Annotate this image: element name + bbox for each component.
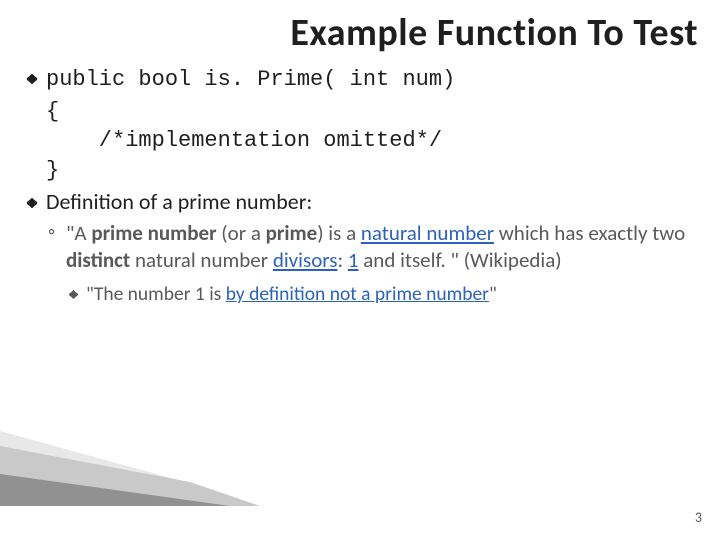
link-natural-number[interactable]: natural number — [361, 220, 494, 246]
subsub-bullet-note: "The number 1 is by definition not a pri… — [20, 282, 690, 307]
slide-title: Example Function To Test — [0, 0, 720, 56]
definition-label: Definition of a prime number: — [46, 188, 312, 215]
quote-mid2: ) is a — [317, 220, 361, 246]
quote-prime-number: prime number — [91, 220, 216, 246]
link-by-definition[interactable]: by definition not a prime number — [226, 282, 489, 306]
subquote-prefix: "The number 1 is — [86, 282, 226, 306]
link-one[interactable]: 1 — [348, 247, 359, 273]
subquote-suffix: " — [489, 282, 497, 306]
quote-prefix: "A — [66, 220, 91, 246]
slide-content: public bool is. Prime( int num) { /*impl… — [0, 56, 720, 307]
decorative-shape — [0, 416, 260, 506]
code-line-3: /*implementation omitted*/ — [46, 128, 442, 153]
page-number: 3 — [695, 509, 702, 526]
quote-mid3: which has exactly two — [494, 220, 685, 246]
bullet-code: public bool is. Prime( int num) — [20, 64, 690, 95]
code-line-1: public bool is. Prime( int num) — [46, 67, 455, 92]
quote-distinct: distinct — [66, 247, 130, 273]
sub-bullet-quote: "A prime number (or a prime) is a natura… — [20, 220, 690, 274]
quote-colon: : — [337, 247, 347, 273]
code-block: { /*implementation omitted*/ } — [20, 97, 690, 186]
bullet-definition: Definition of a prime number: — [20, 188, 690, 217]
code-line-4: } — [46, 158, 59, 183]
link-divisors[interactable]: divisors — [273, 247, 338, 273]
quote-prime: prime — [266, 220, 318, 246]
quote-end: and itself. " (Wikipedia) — [358, 247, 561, 273]
quote-mid4: natural number — [130, 247, 273, 273]
code-line-2: { — [46, 99, 59, 124]
slide: Example Function To Test public bool is.… — [0, 0, 720, 540]
quote-mid1: (or a — [217, 220, 266, 246]
